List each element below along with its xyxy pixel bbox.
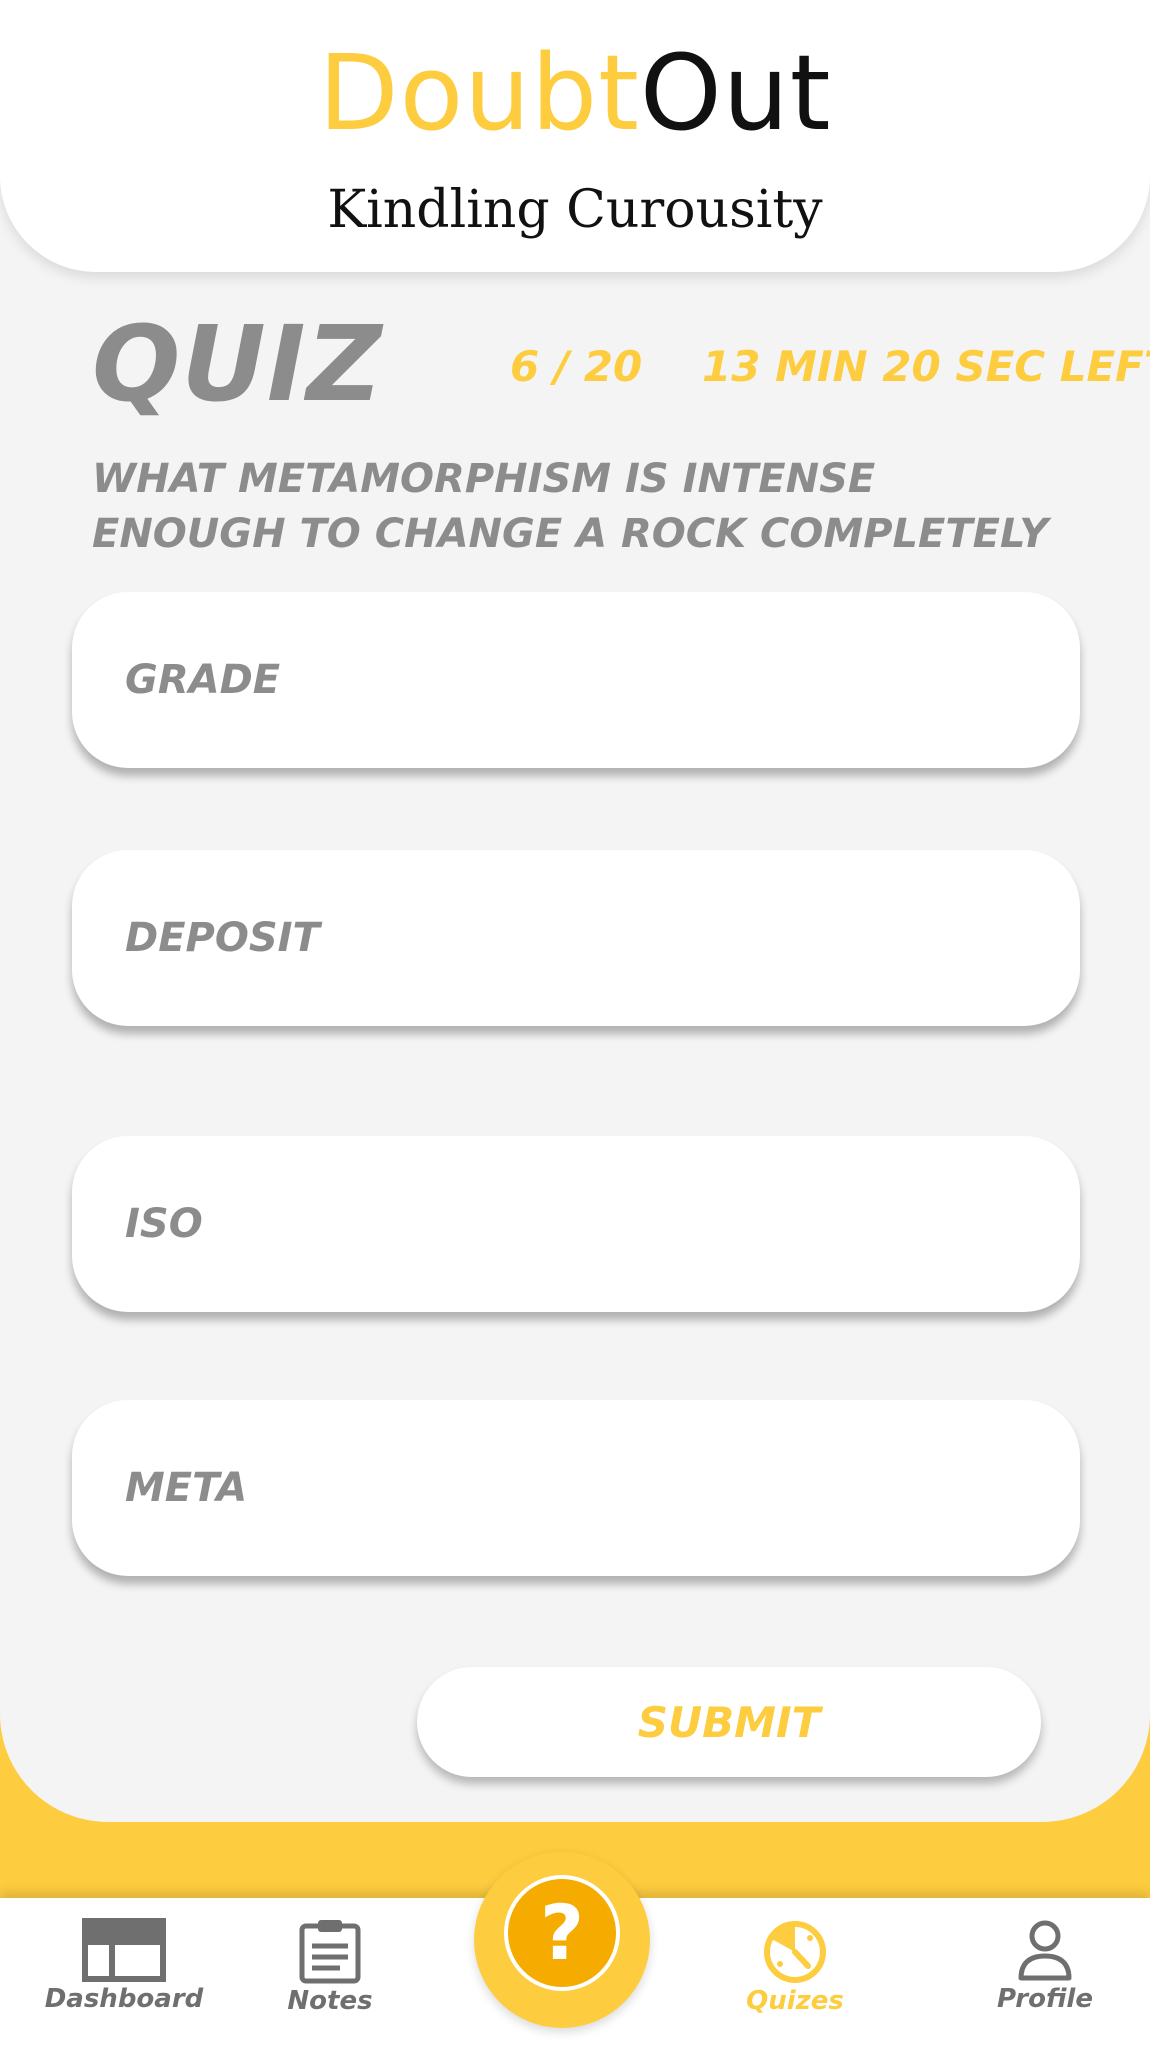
nav-item-profile[interactable]: Profile <box>985 1918 1105 2014</box>
question-counter: 6 / 20 <box>510 342 643 391</box>
nav-label: Quizes <box>746 1986 844 2016</box>
app-tagline: Kindling Curousity <box>327 180 823 240</box>
nav-label: Dashboard <box>44 1984 204 2014</box>
answer-option-label: GRADE <box>125 657 281 703</box>
question-mark-icon: ? <box>539 1888 585 1977</box>
app-logo: DoubtOut <box>0 36 1150 150</box>
nav-label: Profile <box>997 1984 1093 2014</box>
nav-label: Notes <box>287 1986 373 2016</box>
nav-item-quizes[interactable]: Quizes <box>740 1918 850 2016</box>
answer-option-label: META <box>125 1465 248 1511</box>
question-text: WHAT METAMORPHISM IS INTENSE ENOUGH TO C… <box>92 456 1049 557</box>
answer-option-deposit[interactable]: DEPOSIT <box>72 850 1080 1026</box>
submit-button[interactable]: SUBMIT <box>417 1667 1041 1777</box>
page-title: QUIZ <box>92 303 383 425</box>
nav-item-notes[interactable]: Notes <box>270 1918 390 2016</box>
answer-option-iso[interactable]: ISO <box>72 1136 1080 1312</box>
quiz-icon <box>764 1921 826 1983</box>
person-icon <box>1018 1920 1072 1981</box>
answer-option-label: DEPOSIT <box>125 915 320 961</box>
ask-doubt-button[interactable]: ? <box>504 1875 620 1991</box>
answer-option-grade[interactable]: GRADE <box>72 592 1080 768</box>
app-header: DoubtOut Kindling Curousity <box>0 0 1150 272</box>
logo-out: Out <box>639 32 832 154</box>
nav-item-dashboard[interactable]: Dashboard <box>44 1918 204 2014</box>
answer-option-meta[interactable]: META <box>72 1400 1080 1576</box>
logo-doubt: Doubt <box>318 32 640 154</box>
time-left: 13 MIN 20 SEC LEFT <box>702 342 1150 391</box>
clipboard-icon <box>299 1920 361 1984</box>
dashboard-icon <box>82 1918 166 1982</box>
submit-label: SUBMIT <box>637 1697 821 1747</box>
answer-option-label: ISO <box>125 1201 203 1247</box>
